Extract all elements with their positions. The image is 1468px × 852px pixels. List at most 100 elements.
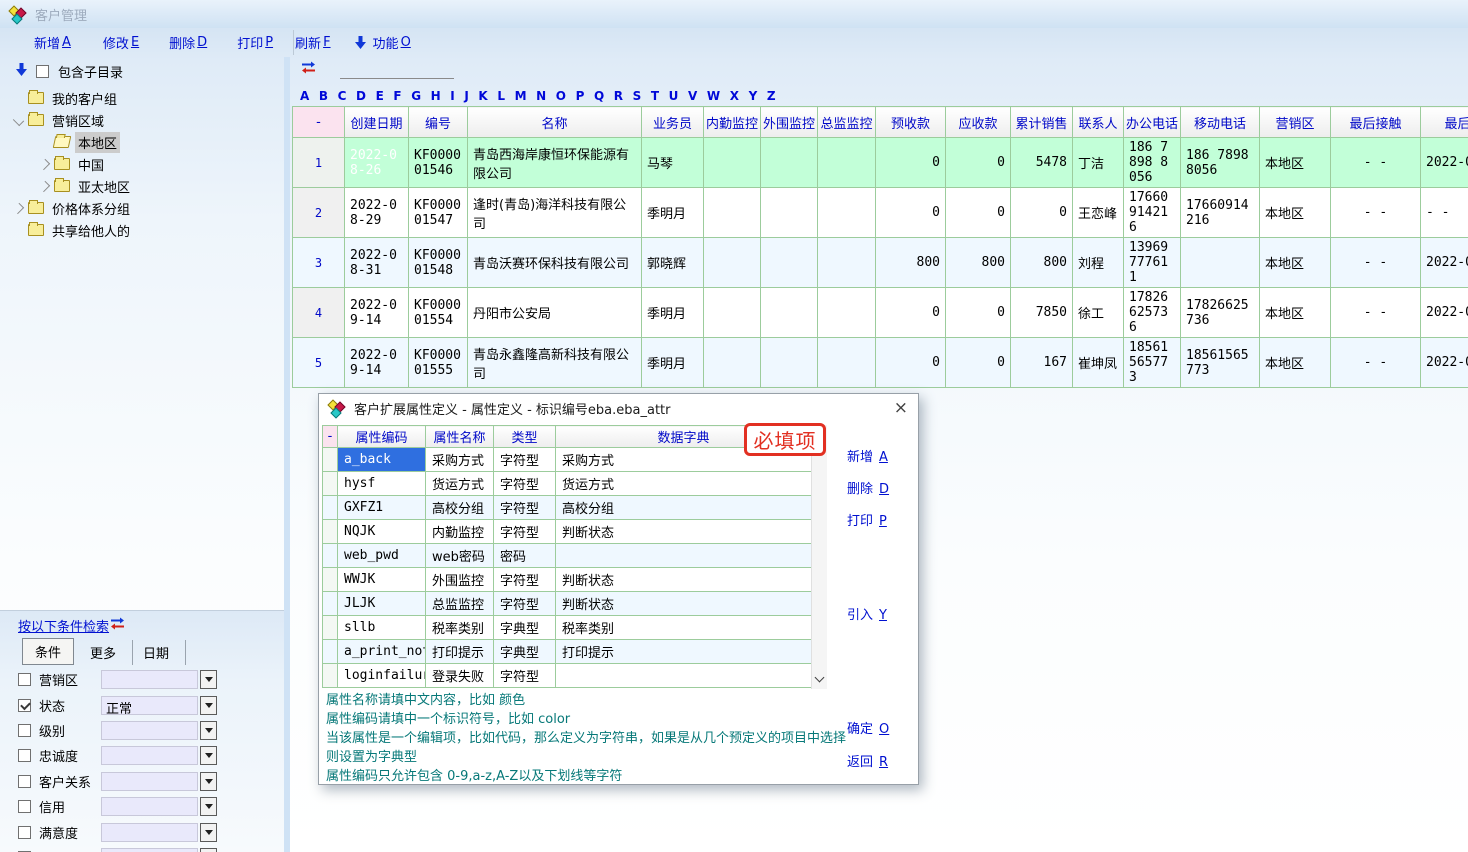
- alphabet-letter-D[interactable]: D: [356, 89, 366, 103]
- cell[interactable]: a_print_note: [338, 640, 426, 664]
- cell[interactable]: [761, 338, 818, 388]
- column-header-2[interactable]: 编号: [409, 107, 468, 138]
- cell[interactable]: 1: [293, 138, 345, 188]
- cell[interactable]: 本地区: [1260, 138, 1331, 188]
- table-row-9[interactable]: loginfailure登录失败字符型: [323, 664, 812, 688]
- search-tab-2[interactable]: 日期: [133, 640, 186, 665]
- filter-dropdown-value[interactable]: [101, 772, 198, 791]
- cell[interactable]: WWJK: [338, 568, 426, 592]
- cell[interactable]: KF000001547: [409, 188, 468, 238]
- dropdown-arrow-icon[interactable]: [200, 670, 217, 689]
- column-header-3[interactable]: 名称: [468, 107, 642, 138]
- cell[interactable]: loginfailure: [338, 664, 426, 688]
- cell[interactable]: NQJK: [338, 520, 426, 544]
- table-row-0[interactable]: 12022-08-26KF000001546青岛西海岸康恒环保能源有限公司马琴0…: [293, 138, 1468, 188]
- table-row-1[interactable]: 22022-08-29KF000001547逢时(青岛)海洋科技有限公司季明月0…: [293, 188, 1468, 238]
- column-header-13[interactable]: 移动电话: [1181, 107, 1260, 138]
- cell[interactable]: 17826625736: [1124, 288, 1181, 338]
- include-subfolder-checkbox[interactable]: [36, 65, 49, 78]
- cell[interactable]: GXFZ1: [338, 496, 426, 520]
- cell[interactable]: web密码: [426, 544, 494, 568]
- column-header-1[interactable]: 属性编码: [338, 426, 426, 448]
- cell[interactable]: 0: [876, 188, 946, 238]
- cell[interactable]: 186 7898 8056: [1181, 138, 1260, 188]
- cell[interactable]: 高校分组: [556, 496, 812, 520]
- cell[interactable]: 2022-08-26: [345, 138, 409, 188]
- tree-item-3[interactable]: 中国: [0, 153, 284, 175]
- cell[interactable]: 崔坤凤: [1073, 338, 1124, 388]
- cell[interactable]: [323, 520, 338, 544]
- column-header-14[interactable]: 营销区: [1260, 107, 1331, 138]
- cell[interactable]: 0: [876, 338, 946, 388]
- chevron-right-icon[interactable]: [39, 180, 50, 191]
- dropdown-arrow-icon[interactable]: [200, 721, 217, 740]
- cell[interactable]: 丁洁: [1073, 138, 1124, 188]
- filter-dropdown-value[interactable]: [101, 797, 198, 816]
- filter-dropdown-value[interactable]: 正常: [101, 696, 198, 715]
- alphabet-letter-X[interactable]: X: [730, 89, 739, 103]
- dialog-button-y[interactable]: 引入Y: [847, 604, 887, 623]
- table-row-5[interactable]: WWJK外围监控字符型判断状态: [323, 568, 812, 592]
- cell[interactable]: 总监监控: [426, 592, 494, 616]
- cell[interactable]: [323, 448, 338, 472]
- cell[interactable]: 800: [946, 238, 1011, 288]
- cell[interactable]: hysf: [338, 472, 426, 496]
- alphabet-letter-L[interactable]: L: [497, 89, 505, 103]
- cell[interactable]: 7850: [1011, 288, 1073, 338]
- dialog-button-d[interactable]: 删除D: [847, 478, 889, 497]
- cell[interactable]: [818, 338, 876, 388]
- cell[interactable]: 800: [1011, 238, 1073, 288]
- cell[interactable]: 2: [293, 188, 345, 238]
- cell[interactable]: 5478: [1011, 138, 1073, 188]
- toolbar-button-d[interactable]: 删除D: [169, 33, 207, 52]
- dropdown-arrow-icon[interactable]: [200, 848, 217, 852]
- table-row-3[interactable]: 42022-09-14KF000001554丹阳市公安局季明月007850徐工1…: [293, 288, 1468, 338]
- alphabet-letter-F[interactable]: F: [393, 89, 401, 103]
- tree-item-6[interactable]: 共享给他人的: [0, 219, 284, 241]
- cell[interactable]: 5: [293, 338, 345, 388]
- alphabet-letter-W[interactable]: W: [707, 89, 720, 103]
- cell[interactable]: 18561565773: [1181, 338, 1260, 388]
- cell[interactable]: 季明月: [642, 288, 704, 338]
- column-header-4[interactable]: 业务员: [642, 107, 704, 138]
- filter-dropdown-value[interactable]: [101, 670, 198, 689]
- cell[interactable]: [323, 496, 338, 520]
- cell[interactable]: [323, 616, 338, 640]
- alphabet-letter-T[interactable]: T: [651, 89, 659, 103]
- cell[interactable]: 本地区: [1260, 338, 1331, 388]
- alphabet-letter-R[interactable]: R: [614, 89, 623, 103]
- filter-checkbox[interactable]: [18, 775, 31, 788]
- filter-checkbox[interactable]: [18, 699, 31, 712]
- column-header-7[interactable]: 总监监控: [818, 107, 876, 138]
- cell[interactable]: 内勤监控: [426, 520, 494, 544]
- cell[interactable]: [323, 544, 338, 568]
- cell[interactable]: 0: [1011, 188, 1073, 238]
- alphabet-letter-Z[interactable]: Z: [767, 89, 776, 103]
- filter-checkbox[interactable]: [18, 826, 31, 839]
- dialog-button-a[interactable]: 新增A: [847, 446, 888, 465]
- column-header-5[interactable]: 内勤监控: [704, 107, 761, 138]
- column-header-15[interactable]: 最后接触: [1331, 107, 1421, 138]
- cell[interactable]: 外围监控: [426, 568, 494, 592]
- cell[interactable]: 2022-08-: [1421, 238, 1468, 288]
- cell[interactable]: 0: [876, 288, 946, 338]
- alphabet-letter-H[interactable]: H: [431, 89, 441, 103]
- column-header-6[interactable]: 外围监控: [761, 107, 818, 138]
- filter-dropdown-value[interactable]: [101, 746, 198, 765]
- table-row-8[interactable]: a_print_note打印提示字典型打印提示: [323, 640, 812, 664]
- alphabet-letter-B[interactable]: B: [319, 89, 328, 103]
- table-row-4[interactable]: web_pwdweb密码密码: [323, 544, 812, 568]
- cell[interactable]: 0: [946, 188, 1011, 238]
- cell[interactable]: - -: [1331, 338, 1421, 388]
- toolbar-button-f[interactable]: 刷新F: [295, 33, 331, 52]
- cell[interactable]: 本地区: [1260, 188, 1331, 238]
- quick-search-input[interactable]: [340, 63, 454, 79]
- filter-dropdown-value[interactable]: [101, 823, 198, 842]
- dropdown-arrow-icon[interactable]: [200, 696, 217, 715]
- swap-icon[interactable]: [109, 617, 127, 634]
- cell[interactable]: 采购方式: [426, 448, 494, 472]
- cell[interactable]: KF000001546: [409, 138, 468, 188]
- filter-checkbox[interactable]: [18, 724, 31, 737]
- dropdown-arrow-icon[interactable]: [200, 746, 217, 765]
- cell[interactable]: - -: [1331, 288, 1421, 338]
